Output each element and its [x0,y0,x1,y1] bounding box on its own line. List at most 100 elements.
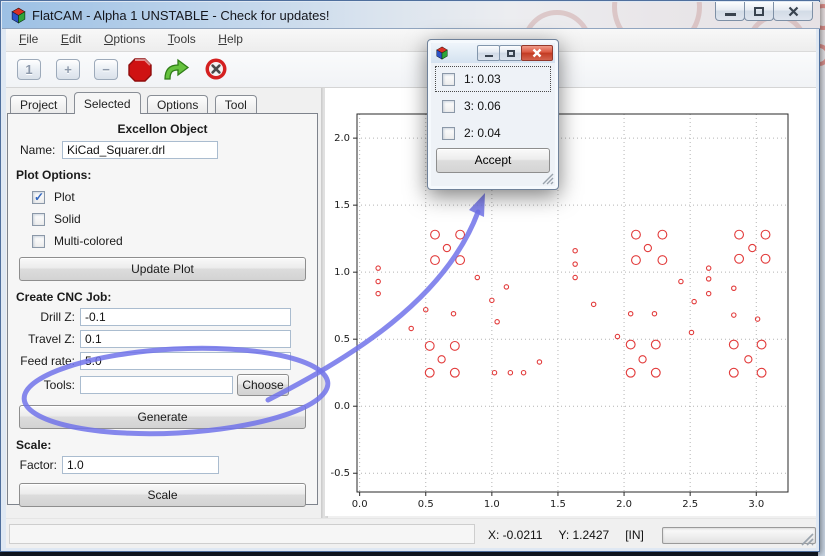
menu-edit[interactable]: Edit [52,29,91,51]
window-title: FlatCAM - Alpha 1 UNSTABLE - Check for u… [32,2,329,29]
feed-rate-label: Feed rate: [16,354,80,368]
taskbar-edge [0,552,825,556]
menu-file[interactable]: File [10,29,47,51]
plot-checkbox-label: Plot [54,190,75,204]
cursor-x-readout: X: -0.0211 [488,528,542,542]
svg-text:-0.5: -0.5 [330,468,350,479]
svg-text:0.5: 0.5 [418,499,434,510]
multicolored-checkbox[interactable] [32,235,45,248]
minimize-button[interactable] [715,2,745,21]
svg-text:0.0: 0.0 [334,401,350,412]
scale-button[interactable]: Scale [19,483,306,507]
tool-1-label: 1: 0.03 [464,72,501,86]
cursor-y-readout: Y: 1.2427 [558,528,609,542]
svg-text:2.0: 2.0 [616,499,632,510]
generate-button[interactable]: Generate [19,405,306,429]
dialog-maximize-button[interactable] [499,45,522,61]
glass-reflection [612,2,702,29]
replot-arrow-icon [165,60,188,79]
solid-checkbox[interactable] [32,213,45,226]
dialog-title-bar[interactable] [431,43,555,63]
choose-tools-button[interactable]: Choose [237,374,289,396]
travel-z-input[interactable] [80,330,291,348]
plot-checkbox[interactable] [32,191,45,204]
maximize-icon [754,7,764,16]
scale-heading: Scale: [16,438,309,452]
dialog-resize-grip[interactable] [541,172,555,186]
flatcam-cube-icon [10,7,27,24]
name-input[interactable] [62,141,218,159]
cnc-job-heading: Create CNC Job: [16,290,309,304]
tools-label: Tools: [16,378,80,392]
object-type-title: Excellon Object [16,122,309,136]
clear-plot-button[interactable] [204,57,228,81]
svg-text:2.0: 2.0 [334,133,350,144]
tools-input[interactable] [80,376,233,394]
glass-reflection [522,10,592,29]
main-content: Project Selected Options Tool Excellon O… [6,88,816,518]
tool-2-label: 2: 0.04 [464,126,501,140]
tool-row-2[interactable]: 3: 0.06 [436,94,550,118]
accept-button[interactable]: Accept [436,148,550,173]
menu-help[interactable]: Help [209,29,252,51]
tool-3-label: 3: 0.06 [464,99,501,113]
travel-z-label: Travel Z: [16,332,80,346]
replot-button[interactable] [161,57,191,83]
dialog-minimize-button[interactable] [477,45,500,61]
drill-z-input[interactable] [80,308,291,326]
zoom-fit-button[interactable]: 1 [17,59,41,80]
close-button[interactable] [773,2,813,21]
svg-text:1.5: 1.5 [550,499,566,510]
update-plot-button[interactable]: Update Plot [19,257,306,281]
svg-text:1.5: 1.5 [334,200,350,211]
maximize-button[interactable] [744,2,774,21]
multicolored-checkbox-label: Multi-colored [54,234,123,248]
zoom-out-button[interactable]: − [94,59,118,80]
menu-bar: File Edit Options Tools Help [6,29,816,52]
minimize-icon [485,55,493,57]
tool-row-3[interactable]: 2: 0.04 [436,121,550,145]
menu-options[interactable]: Options [95,29,154,51]
maximize-icon [507,50,515,57]
name-label: Name: [20,143,62,157]
factor-input[interactable] [62,456,219,474]
selected-object-panel: Excellon Object Name: Plot Options: Plot… [7,113,318,505]
dialog-close-button[interactable] [521,45,553,61]
svg-text:1.0: 1.0 [484,499,500,510]
tool-2-checkbox[interactable] [442,127,455,140]
tab-options[interactable]: Options [147,95,208,114]
plot-canvas[interactable]: 0.00.51.01.52.02.53.0-0.50.00.51.01.52.0 [325,90,816,513]
dialog-body: 1: 0.03 3: 0.06 2: 0.04 Accept [431,63,555,186]
svg-text:0.0: 0.0 [352,499,368,510]
title-bar[interactable]: FlatCAM - Alpha 1 UNSTABLE - Check for u… [2,2,820,29]
svg-text:2.5: 2.5 [682,499,698,510]
tab-bar: Project Selected Options Tool [10,92,259,114]
tools-dialog: 1: 0.03 3: 0.06 2: 0.04 Accept [427,39,559,190]
status-bar: X: -0.0211 Y: 1.2427 [IN] [6,518,816,548]
units-readout: [IN] [625,528,644,542]
progress-bar [662,527,816,544]
tool-row-1[interactable]: 1: 0.03 [436,67,550,91]
drill-z-label: Drill Z: [16,310,80,324]
factor-label: Factor: [16,458,62,472]
minimize-icon [725,13,736,16]
tool-1-checkbox[interactable] [442,73,455,86]
plot-options-heading: Plot Options: [16,168,309,182]
solid-checkbox-label: Solid [54,212,81,226]
tab-selected[interactable]: Selected [74,92,141,114]
svg-text:3.0: 3.0 [748,499,764,510]
zoom-in-button[interactable]: + [56,59,80,80]
tool-3-checkbox[interactable] [442,100,455,113]
tab-project[interactable]: Project [10,95,67,114]
flatcam-main-window: FlatCAM - Alpha 1 UNSTABLE - Check for u… [0,0,820,552]
window-resize-grip[interactable] [799,531,815,547]
status-message-box [9,524,475,544]
menu-tools[interactable]: Tools [159,29,205,51]
stop-button[interactable] [127,57,153,83]
flatcam-cube-icon [435,46,449,60]
svg-text:0.5: 0.5 [334,334,350,345]
tab-tool[interactable]: Tool [215,95,257,114]
feed-rate-input[interactable] [80,352,291,370]
close-icon [532,48,542,58]
plot-area: 0.00.51.01.52.02.53.0-0.50.00.51.01.52.0 [325,88,816,516]
